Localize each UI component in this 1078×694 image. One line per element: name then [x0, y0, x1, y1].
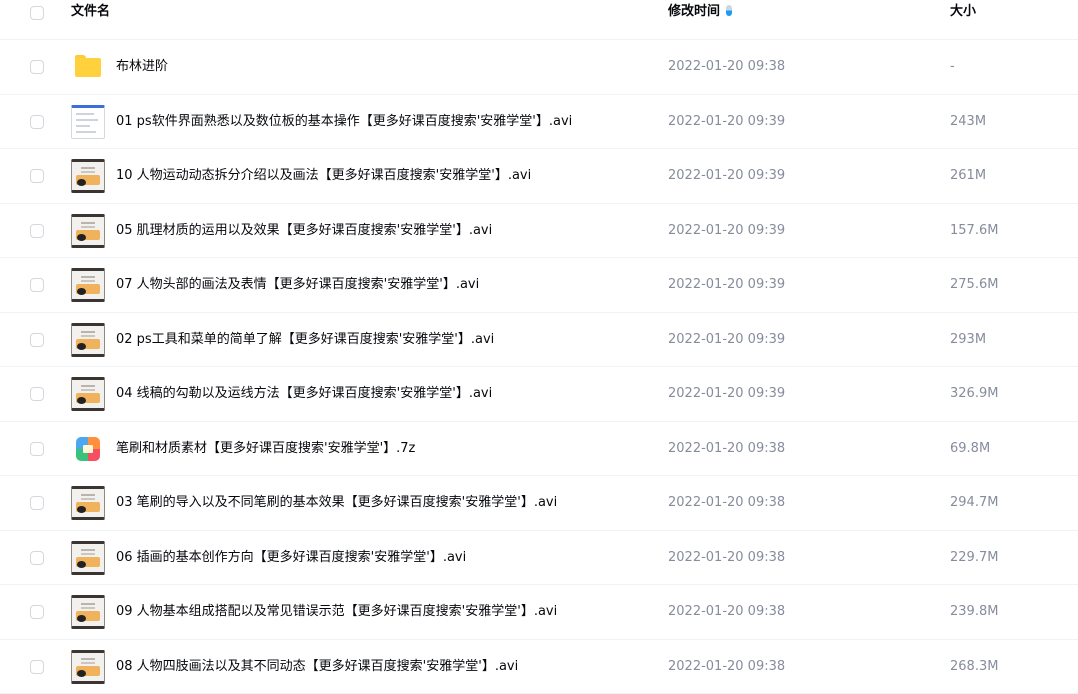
- file-modified-time: 2022-01-20 09:39: [668, 386, 786, 401]
- file-modified-time: 2022-01-20 09:38: [668, 604, 786, 619]
- file-row-video[interactable]: 10 人物运动动态拆分介绍以及画法【更多好课百度搜索'安雅学堂'】.avi 20…: [0, 149, 1078, 204]
- row-checkbox[interactable]: [30, 114, 44, 129]
- file-name[interactable]: 09 人物基本组成搭配以及常见错误示范【更多好课百度搜索'安雅学堂'】.avi: [116, 603, 557, 621]
- file-row-video[interactable]: 06 插画的基本创作方向【更多好课百度搜索'安雅学堂'】.avi 2022-01…: [0, 531, 1078, 585]
- file-size: 243M: [950, 113, 987, 129]
- file-row-video[interactable]: 04 线稿的勾勒以及运线方法【更多好课百度搜索'安雅学堂'】.avi 2022-…: [0, 367, 1078, 422]
- select-all-checkbox[interactable]: [30, 6, 44, 20]
- column-header-size[interactable]: 大小: [950, 3, 976, 21]
- folder-icon: [75, 55, 101, 77]
- row-checkbox[interactable]: [30, 550, 44, 565]
- file-modified-time: 2022-01-20 09:38: [668, 658, 786, 674]
- row-checkbox[interactable]: [30, 659, 44, 674]
- file-modified-time: 2022-01-20 09:38: [668, 495, 786, 510]
- file-name[interactable]: 02 ps工具和菜单的简单了解【更多好课百度搜索'安雅学堂'】.avi: [116, 331, 494, 349]
- file-name[interactable]: 05 肌理材质的运用以及效果【更多好课百度搜索'安雅学堂'】.avi: [116, 222, 492, 240]
- file-name[interactable]: 08 人物四肢画法以及其不同动态【更多好课百度搜索'安雅学堂'】.avi: [116, 658, 518, 676]
- file-name[interactable]: 06 插画的基本创作方向【更多好课百度搜索'安雅学堂'】.avi: [116, 549, 466, 567]
- column-header-name[interactable]: 文件名: [71, 3, 110, 21]
- file-size: 275.6M: [950, 277, 999, 292]
- row-checkbox[interactable]: [30, 441, 44, 456]
- file-modified-time: 2022-01-20 09:39: [668, 113, 786, 129]
- file-name[interactable]: 笔刷和材质素材【更多好课百度搜索'安雅学堂'】.7z: [116, 440, 415, 458]
- file-size: 293M: [950, 331, 987, 347]
- file-row-folder[interactable]: 布林进阶 2022-01-20 09:38 -: [0, 40, 1078, 95]
- file-modified-time: 2022-01-20 09:39: [668, 277, 786, 292]
- file-modified-time: 2022-01-20 09:39: [668, 168, 786, 183]
- row-checkbox[interactable]: [30, 60, 44, 74]
- file-size: 268.3M: [950, 658, 999, 674]
- file-list-header: 文件名 修改时间 大小: [0, 0, 1078, 40]
- row-checkbox[interactable]: [30, 496, 44, 510]
- sort-descending-icon[interactable]: [726, 5, 733, 16]
- file-row-archive[interactable]: 笔刷和材质素材【更多好课百度搜索'安雅学堂'】.7z 2022-01-20 09…: [0, 422, 1078, 476]
- file-name[interactable]: 10 人物运动动态拆分介绍以及画法【更多好课百度搜索'安雅学堂'】.avi: [116, 167, 531, 185]
- file-row-video[interactable]: 05 肌理材质的运用以及效果【更多好课百度搜索'安雅学堂'】.avi 2022-…: [0, 204, 1078, 258]
- video-thumbnail-icon: [71, 159, 105, 193]
- file-modified-time: 2022-01-20 09:38: [668, 440, 786, 456]
- file-size: -: [950, 59, 955, 74]
- file-list: 文件名 修改时间 大小 布林进阶 2022-01-20 09:38 - 01 p…: [0, 0, 1078, 694]
- video-thumbnail-icon: [71, 322, 105, 357]
- video-thumbnail-icon: [71, 213, 105, 248]
- file-row-video[interactable]: 03 笔刷的导入以及不同笔刷的基本效果【更多好课百度搜索'安雅学堂'】.avi …: [0, 476, 1078, 531]
- file-size: 294.7M: [950, 495, 999, 510]
- row-checkbox[interactable]: [30, 278, 44, 292]
- file-name[interactable]: 04 线稿的勾勒以及运线方法【更多好课百度搜索'安雅学堂'】.avi: [116, 385, 492, 403]
- file-name[interactable]: 07 人物头部的画法及表情【更多好课百度搜索'安雅学堂'】.avi: [116, 276, 479, 294]
- file-size: 229.7M: [950, 549, 999, 565]
- file-size: 69.8M: [950, 440, 991, 456]
- row-checkbox[interactable]: [30, 169, 44, 183]
- row-checkbox[interactable]: [30, 605, 44, 619]
- file-modified-time: 2022-01-20 09:39: [668, 331, 786, 347]
- row-checkbox[interactable]: [30, 387, 44, 401]
- file-modified-time: 2022-01-20 09:38: [668, 549, 786, 565]
- video-thumbnail-icon: [71, 540, 105, 575]
- file-name[interactable]: 03 笔刷的导入以及不同笔刷的基本效果【更多好课百度搜索'安雅学堂'】.avi: [116, 494, 557, 512]
- file-size: 326.9M: [950, 386, 999, 401]
- file-row-video[interactable]: 01 ps软件界面熟悉以及数位板的基本操作【更多好课百度搜索'安雅学堂'】.av…: [0, 95, 1078, 149]
- file-row-video[interactable]: 08 人物四肢画法以及其不同动态【更多好课百度搜索'安雅学堂'】.avi 202…: [0, 640, 1078, 694]
- row-checkbox[interactable]: [30, 332, 44, 347]
- video-thumbnail-icon: [71, 486, 105, 520]
- file-size: 157.6M: [950, 222, 999, 238]
- file-size: 261M: [950, 168, 987, 183]
- archive-icon: [76, 436, 100, 461]
- column-header-modified-time[interactable]: 修改时间: [668, 3, 733, 21]
- row-checkbox[interactable]: [30, 223, 44, 238]
- file-modified-time: 2022-01-20 09:39: [668, 222, 786, 238]
- video-thumbnail-icon: [71, 104, 105, 139]
- file-row-video[interactable]: 02 ps工具和菜单的简单了解【更多好课百度搜索'安雅学堂'】.avi 2022…: [0, 313, 1078, 367]
- video-thumbnail-icon: [71, 649, 105, 684]
- file-name[interactable]: 布林进阶: [116, 58, 168, 76]
- file-row-video[interactable]: 07 人物头部的画法及表情【更多好课百度搜索'安雅学堂'】.avi 2022-0…: [0, 258, 1078, 313]
- file-modified-time: 2022-01-20 09:38: [668, 59, 786, 74]
- column-header-modified-time-label: 修改时间: [668, 4, 721, 19]
- file-size: 239.8M: [950, 604, 999, 619]
- file-name[interactable]: 01 ps软件界面熟悉以及数位板的基本操作【更多好课百度搜索'安雅学堂'】.av…: [116, 113, 572, 131]
- file-row-video[interactable]: 09 人物基本组成搭配以及常见错误示范【更多好课百度搜索'安雅学堂'】.avi …: [0, 585, 1078, 640]
- video-thumbnail-icon: [71, 377, 105, 411]
- video-thumbnail-icon: [71, 595, 105, 629]
- video-thumbnail-icon: [71, 268, 105, 302]
